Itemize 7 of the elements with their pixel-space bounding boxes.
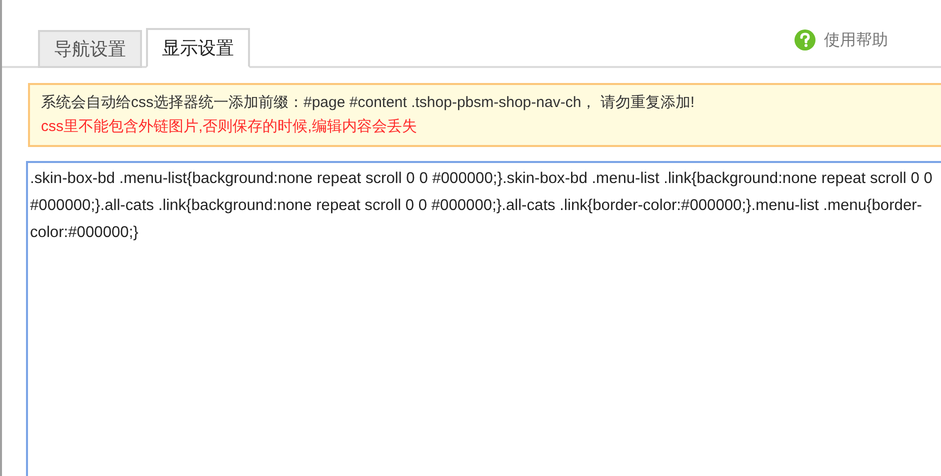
tab[interactable]: 导航设置 bbox=[38, 30, 142, 68]
info-text: 系统会自动给css选择器统一添加前缀：#page #content .tshop-pbsm-shop-nav-ch， 请勿重复添加! bbox=[41, 93, 696, 113]
help-link[interactable]: 使用帮助 bbox=[794, 29, 888, 51]
warning-text: css里不能包含外链图片,否则保存的时候,编辑内容会丢失 bbox=[41, 117, 418, 137]
tab[interactable]: 显示设置 bbox=[146, 28, 250, 68]
css-editor[interactable]: .skin-box-bd .menu-list{background:none repeat scroll 0 0 #000000;}.skin-box-bd .menu-list .link{background:none repeat scroll 0 0 #000000;}.all-cats .link{background:none repeat scroll 0 0 #000000;}.all-cats .link{border-color:#000000;}.menu-list .menu{border-color:#000000;} bbox=[26, 161, 941, 476]
help-icon bbox=[794, 29, 816, 51]
